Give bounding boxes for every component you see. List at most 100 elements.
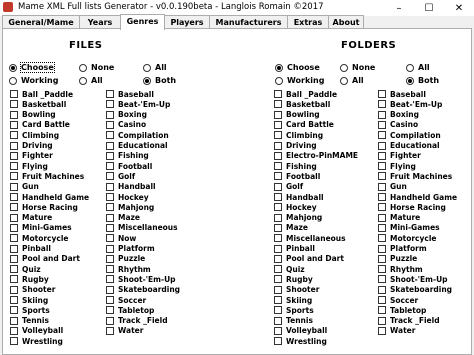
folders-genre-checkbox[interactable]: Motorcycle	[378, 233, 437, 243]
files-genre-checkbox[interactable]: Pinball	[10, 244, 51, 254]
folders-choose-radio[interactable]: Choose	[275, 63, 320, 72]
files-genre-checkbox[interactable]: Climbing	[10, 130, 59, 140]
files-genre-checkbox[interactable]: Skiing	[10, 295, 48, 305]
folders-genre-checkbox[interactable]: Platform	[378, 244, 427, 254]
folders-both-radio[interactable]: Both	[406, 76, 439, 85]
folders-genre-checkbox[interactable]: Beat-'Em-Up	[378, 99, 442, 109]
files-genre-checkbox[interactable]: Baseball	[106, 89, 154, 99]
folders-genre-checkbox[interactable]: Puzzle	[378, 254, 417, 264]
folders-genre-checkbox[interactable]: Fruit Machines	[378, 171, 452, 181]
files-all-mode-radio[interactable]: All	[79, 76, 103, 85]
files-genre-checkbox[interactable]: Soccer	[106, 295, 146, 305]
folders-genre-checkbox[interactable]: Hockey	[274, 202, 317, 212]
folders-genre-checkbox[interactable]: Rugby	[274, 274, 313, 284]
files-genre-checkbox[interactable]: Wrestling	[10, 336, 63, 346]
folders-genre-checkbox[interactable]: Miscellaneous	[274, 233, 346, 243]
files-genre-checkbox[interactable]: Fruit Machines	[10, 171, 84, 181]
files-none-radio[interactable]: None	[79, 63, 114, 72]
tab-extras[interactable]: Extras	[287, 15, 329, 29]
folders-genre-checkbox[interactable]: Volleyball	[274, 326, 327, 336]
files-genre-checkbox[interactable]: Miscellaneous	[106, 223, 178, 233]
folders-genre-checkbox[interactable]: Sports	[274, 305, 314, 315]
folders-genre-checkbox[interactable]: Skiing	[274, 295, 312, 305]
files-genre-checkbox[interactable]: Tabletop	[106, 305, 154, 315]
files-genre-checkbox[interactable]: Handball	[106, 182, 156, 192]
files-genre-checkbox[interactable]: Basketball	[10, 99, 66, 109]
tab-about[interactable]: About	[328, 15, 364, 29]
files-genre-checkbox[interactable]: Card Battle	[10, 120, 70, 130]
files-genre-checkbox[interactable]: Football	[106, 161, 152, 171]
folders-genre-checkbox[interactable]: Ball _Paddle	[274, 89, 337, 99]
files-genre-checkbox[interactable]: Quiz	[10, 264, 41, 274]
folders-genre-checkbox[interactable]: Compilation	[378, 130, 441, 140]
folders-genre-checkbox[interactable]: Electro-PinMAME	[274, 151, 358, 161]
files-genre-checkbox[interactable]: Ball _Paddle	[10, 89, 73, 99]
minimize-button[interactable]: –	[384, 0, 414, 16]
folders-genre-checkbox[interactable]: Shoot-'Em-Up	[378, 274, 448, 284]
files-genre-checkbox[interactable]: Bowling	[10, 110, 56, 120]
tab-years[interactable]: Years	[79, 15, 121, 29]
folders-genre-checkbox[interactable]: Rhythm	[378, 264, 423, 274]
folders-genre-checkbox[interactable]: Handball	[274, 192, 324, 202]
folders-genre-checkbox[interactable]: Soccer	[378, 295, 418, 305]
maximize-button[interactable]: ☐	[414, 0, 444, 16]
files-working-radio[interactable]: Working	[9, 76, 58, 85]
folders-genre-checkbox[interactable]: Water	[378, 326, 415, 336]
files-genre-checkbox[interactable]: Skateboarding	[106, 285, 180, 295]
files-genre-checkbox[interactable]: Hockey	[106, 192, 149, 202]
files-genre-checkbox[interactable]: Platform	[106, 244, 155, 254]
folders-genre-checkbox[interactable]: Maze	[274, 223, 308, 233]
files-genre-checkbox[interactable]: Beat-'Em-Up	[106, 99, 170, 109]
files-choose-radio[interactable]: Choose	[9, 62, 55, 73]
close-button[interactable]: ✕	[444, 0, 474, 16]
folders-genre-checkbox[interactable]: Fishing	[274, 161, 317, 171]
files-genre-checkbox[interactable]: Sports	[10, 305, 50, 315]
folders-working-radio[interactable]: Working	[275, 76, 324, 85]
files-genre-checkbox[interactable]: Pool and Dart	[10, 254, 80, 264]
files-genre-checkbox[interactable]: Fighter	[10, 151, 53, 161]
folders-genre-checkbox[interactable]: Skateboarding	[378, 285, 452, 295]
files-genre-checkbox[interactable]: Water	[106, 326, 143, 336]
files-genre-checkbox[interactable]: Educational	[106, 141, 168, 151]
files-genre-checkbox[interactable]: Mini-Games	[10, 223, 72, 233]
folders-genre-checkbox[interactable]: Basketball	[274, 99, 330, 109]
files-genre-checkbox[interactable]: Fishing	[106, 151, 149, 161]
files-genre-checkbox[interactable]: Shooter	[10, 285, 55, 295]
folders-genre-checkbox[interactable]: Shooter	[274, 285, 319, 295]
folders-genre-checkbox[interactable]: Track _Field	[378, 316, 440, 326]
files-genre-checkbox[interactable]: Handheld Game	[10, 192, 89, 202]
files-genre-checkbox[interactable]: Volleyball	[10, 326, 63, 336]
folders-genre-checkbox[interactable]: Card Battle	[274, 120, 334, 130]
folders-genre-checkbox[interactable]: Mature	[378, 213, 420, 223]
folders-genre-checkbox[interactable]: Baseball	[378, 89, 426, 99]
tab-players[interactable]: Players	[164, 15, 210, 29]
folders-genre-checkbox[interactable]: Football	[274, 171, 320, 181]
folders-genre-checkbox[interactable]: Tabletop	[378, 305, 426, 315]
files-genre-checkbox[interactable]: Boxing	[106, 110, 147, 120]
folders-genre-checkbox[interactable]: Flying	[378, 161, 416, 171]
files-genre-checkbox[interactable]: Driving	[10, 141, 53, 151]
folders-genre-checkbox[interactable]: Bowling	[274, 110, 320, 120]
files-genre-checkbox[interactable]: Track _Field	[106, 316, 168, 326]
files-genre-checkbox[interactable]: Shoot-'Em-Up	[106, 274, 176, 284]
files-genre-checkbox[interactable]: Maze	[106, 213, 140, 223]
folders-genre-checkbox[interactable]: Pinball	[274, 244, 315, 254]
files-both-radio[interactable]: Both	[143, 76, 176, 85]
files-genre-checkbox[interactable]: Compilation	[106, 130, 169, 140]
tab-manufacturers[interactable]: Manufacturers	[209, 15, 288, 29]
files-genre-checkbox[interactable]: Rugby	[10, 274, 49, 284]
files-genre-checkbox[interactable]: Horse Racing	[10, 202, 78, 212]
folders-genre-checkbox[interactable]: Educational	[378, 141, 440, 151]
folders-genre-checkbox[interactable]: Pool and Dart	[274, 254, 344, 264]
files-genre-checkbox[interactable]: Mahjong	[106, 202, 154, 212]
folders-genre-checkbox[interactable]: Fighter	[378, 151, 421, 161]
folders-genre-checkbox[interactable]: Golf	[274, 182, 303, 192]
folders-genre-checkbox[interactable]: Quiz	[274, 264, 305, 274]
folders-genre-checkbox[interactable]: Climbing	[274, 130, 323, 140]
folders-genre-checkbox[interactable]: Gun	[378, 182, 407, 192]
folders-genre-checkbox[interactable]: Casino	[378, 120, 418, 130]
files-genre-checkbox[interactable]: Casino	[106, 120, 146, 130]
files-genre-checkbox[interactable]: Puzzle	[106, 254, 145, 264]
files-genre-checkbox[interactable]: Rhythm	[106, 264, 151, 274]
files-genre-checkbox[interactable]: Flying	[10, 161, 48, 171]
